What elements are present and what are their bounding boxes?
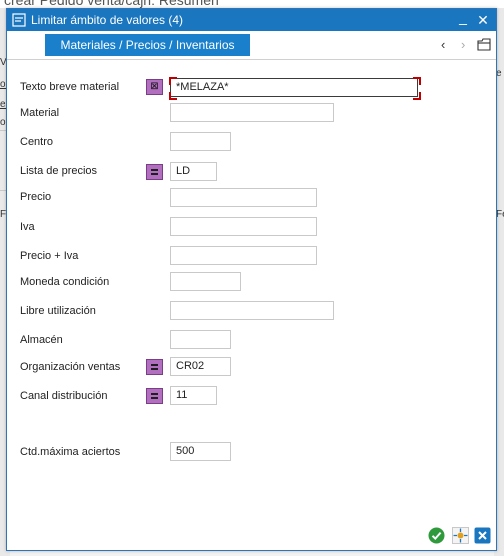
equal-icon — [151, 173, 158, 175]
selection-option-button[interactable] — [146, 359, 163, 375]
tab-prev-button[interactable]: ‹ — [441, 37, 445, 52]
limit-values-dialog: Limitar ámbito de valores (4) _ ✕ Materi… — [6, 8, 497, 551]
confirm-checkmark-icon[interactable] — [428, 527, 445, 544]
tab-next-button[interactable]: › — [461, 37, 465, 52]
equal-icon — [151, 393, 158, 395]
selection-option-button[interactable] — [146, 388, 163, 404]
canal-distribucion-input[interactable]: 11 — [170, 386, 217, 405]
cancel-x-icon[interactable] — [474, 527, 491, 544]
selection-option-button[interactable]: ⊠ — [146, 79, 163, 95]
tab-materiales-precios-inventarios[interactable]: Materiales / Precios / Inventarios — [45, 34, 250, 56]
field-label-libre-utilizacion: Libre utilización — [20, 305, 96, 317]
background-fragment: o — [0, 117, 6, 128]
iva-input[interactable] — [170, 217, 317, 236]
dialog-title: Limitar ámbito de valores (4) — [31, 13, 184, 27]
almacen-input[interactable] — [170, 330, 231, 349]
precio-iva-input[interactable] — [170, 246, 317, 265]
texto-breve-input[interactable]: *MELAZA* — [170, 78, 418, 97]
field-label-centro: Centro — [20, 136, 54, 148]
max-hits-input[interactable]: 500 — [170, 442, 231, 461]
field-label-precio-iva: Precio + Iva — [20, 250, 79, 262]
field-label-lista-precios: Lista de precios — [20, 165, 98, 177]
minimize-button[interactable]: _ — [454, 8, 472, 26]
field-label-almacen: Almacén — [20, 334, 63, 346]
libre-utilizacion-input[interactable] — [170, 301, 334, 320]
equal-icon — [151, 397, 158, 399]
equal-icon — [151, 364, 158, 366]
close-button[interactable]: ✕ — [474, 11, 492, 29]
exclude-icon: ⊠ — [150, 81, 159, 92]
lista-precios-input[interactable]: LD — [170, 162, 217, 181]
focus-marker — [413, 77, 421, 85]
tab-strip: Materiales / Precios / Inventarios ‹ › — [7, 31, 496, 60]
field-label-organizacion-ventas: Organización ventas — [20, 361, 121, 373]
field-label-texto-breve: Texto breve material — [20, 81, 120, 93]
moneda-condicion-input[interactable] — [170, 272, 241, 291]
multiple-selection-icon[interactable] — [452, 527, 469, 544]
organizacion-ventas-input[interactable]: CR02 — [170, 357, 231, 376]
material-input[interactable] — [170, 103, 334, 122]
max-hits-label: Ctd.máxima aciertos — [20, 446, 121, 458]
field-label-precio: Precio — [20, 191, 52, 203]
equal-icon — [151, 169, 158, 171]
window-icon — [12, 13, 26, 27]
focus-marker — [413, 92, 421, 100]
background-window-title: crear Pedido venta/cajn: Resumen — [4, 0, 219, 8]
precio-input[interactable] — [170, 188, 317, 207]
tab-list-icon[interactable] — [477, 38, 491, 51]
centro-input[interactable] — [170, 132, 231, 151]
selection-option-button[interactable] — [146, 164, 163, 180]
equal-icon — [151, 368, 158, 370]
field-label-moneda-condicion: Moneda condición — [20, 276, 110, 288]
field-label-material: Material — [20, 107, 60, 119]
dialog-title-bar[interactable]: Limitar ámbito de valores (4) _ ✕ — [7, 9, 496, 31]
focus-marker — [169, 92, 177, 100]
field-label-canal-distribucion: Canal distribución — [20, 390, 108, 402]
focus-marker — [169, 77, 177, 85]
field-label-iva: Iva — [20, 221, 35, 233]
background-fragment: Fe — [496, 209, 504, 220]
